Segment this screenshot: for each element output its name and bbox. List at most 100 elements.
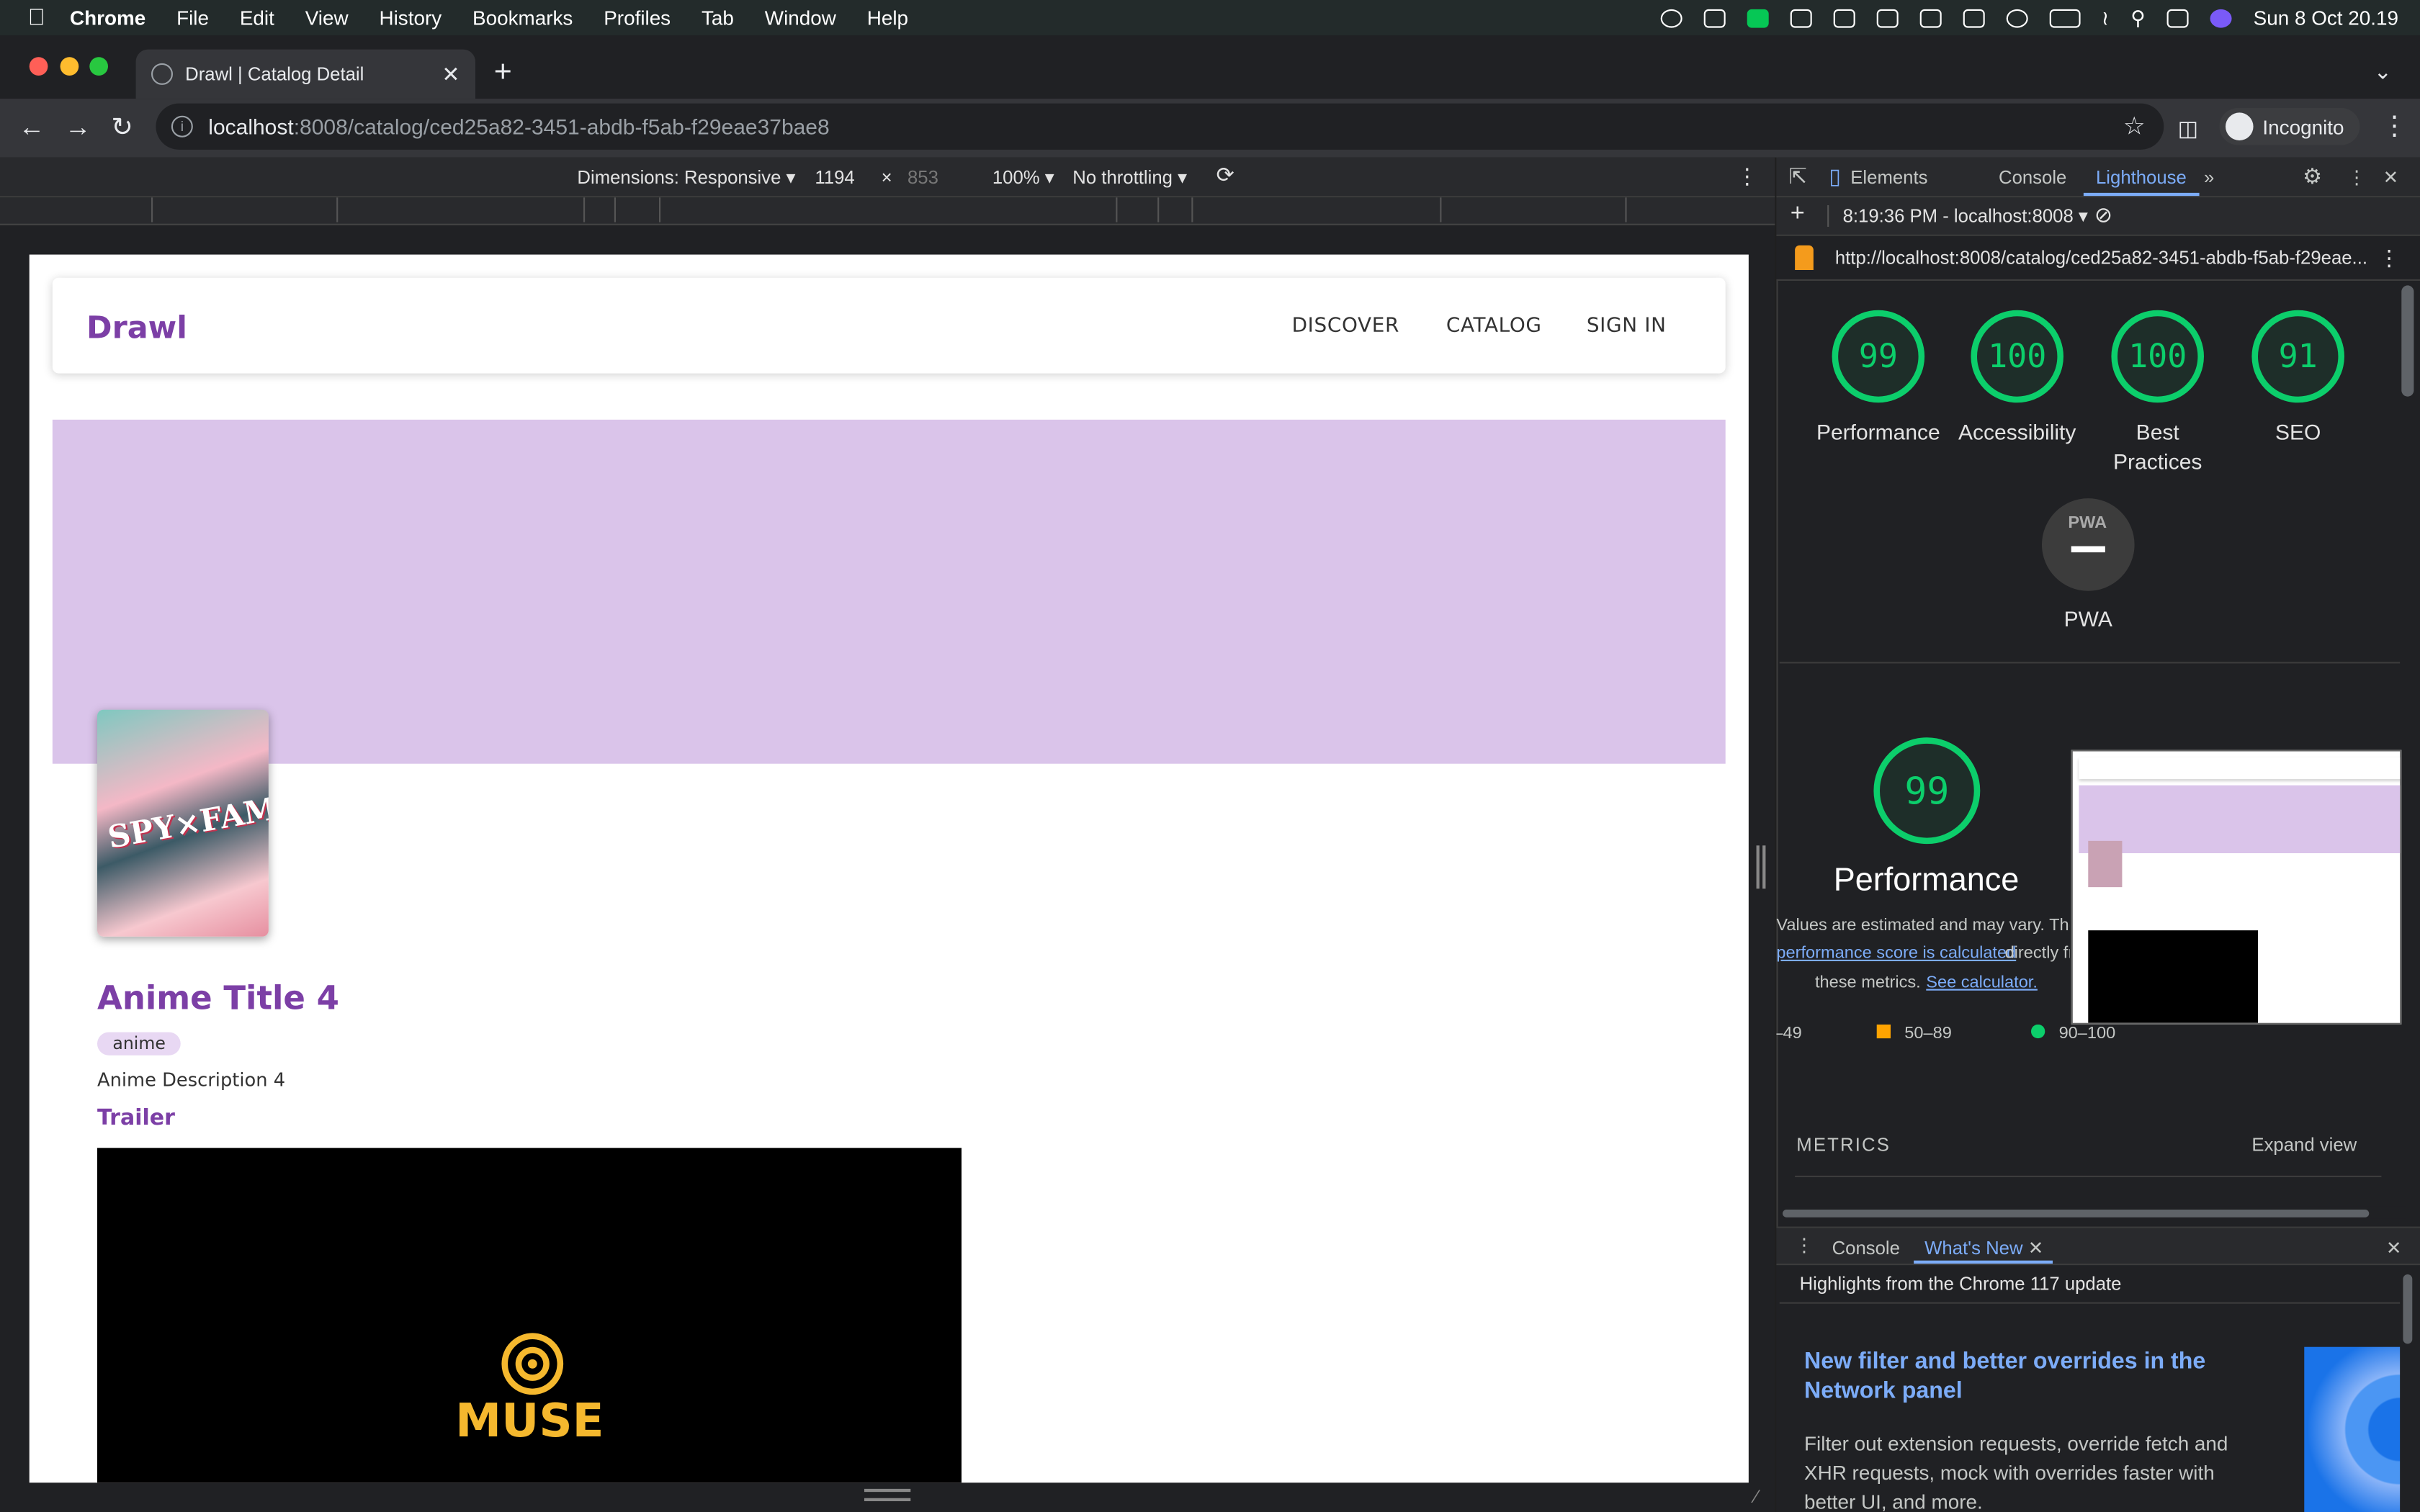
viewport-height-resize-handle[interactable] (864, 1488, 911, 1501)
rotate-icon[interactable]: ⟳ (1216, 162, 1234, 188)
drawer-more-icon[interactable]: ⋮ (1795, 1234, 1814, 1256)
tray-line-icon[interactable] (1746, 8, 1768, 27)
new-tab-icon[interactable]: + (494, 55, 512, 91)
dimensions-select[interactable]: Dimensions: Responsive ▾ (577, 166, 795, 188)
spotlight-search-icon[interactable]: ⚲ (2130, 6, 2145, 30)
nav-sign-in[interactable]: SIGN IN (1587, 315, 1667, 338)
menu-history[interactable]: History (379, 6, 442, 30)
zoom-window-button[interactable] (89, 57, 108, 76)
menu-bookmarks[interactable]: Bookmarks (472, 6, 573, 30)
battery-icon[interactable] (2048, 8, 2080, 27)
tab-elements[interactable]: Elements (1850, 166, 1927, 188)
close-drawer-icon[interactable]: ✕ (2386, 1238, 2402, 1259)
device-toggle-icon[interactable]: ▯ (1829, 163, 1841, 189)
viewport-width-resize-handle[interactable] (1756, 845, 1766, 889)
menu-edit[interactable]: Edit (240, 6, 274, 30)
clear-reports-icon[interactable]: ⊘ (2094, 202, 2112, 228)
expand-view-toggle[interactable]: Expand view (2251, 1134, 2357, 1156)
nav-catalog[interactable]: CATALOG (1446, 315, 1542, 338)
tray-status-icon[interactable] (1659, 8, 1682, 27)
trailer-video[interactable]: MUSE (97, 1148, 962, 1483)
active-tab-underline (2083, 192, 2200, 197)
apple-icon[interactable]:  (28, 4, 45, 30)
menu-help[interactable]: Help (867, 6, 908, 30)
more-tabs-chevron-icon[interactable]: » (2204, 166, 2214, 188)
menu-file[interactable]: File (176, 6, 209, 30)
devtools-more-icon[interactable]: ⋮ (2347, 166, 2366, 188)
corner-resize-icon[interactable]: ∕ (1754, 1486, 1757, 1508)
settings-gear-icon[interactable]: ⚙ (2303, 163, 2322, 189)
close-tab-icon[interactable]: ✕ (442, 61, 460, 87)
gauge-seo[interactable]: 91 (2251, 310, 2344, 403)
browser-menu-kebab-icon[interactable]: ⋮ (2381, 111, 2407, 142)
menu-app-name[interactable]: Chrome (70, 6, 145, 30)
gauge-performance[interactable]: 99 (1832, 310, 1925, 403)
close-devtools-icon[interactable]: ✕ (2383, 166, 2399, 188)
lighthouse-report-url-bar: http://localhost:8008/catalog/ced25a82-3… (1776, 235, 2420, 281)
report-menu-icon[interactable]: ⋮ (2378, 246, 2400, 271)
side-panel-icon[interactable]: ◫ (2178, 116, 2198, 142)
horizontal-scrollbar[interactable] (1783, 1206, 2406, 1219)
anime-cover-image: SPY×FAMILY (97, 709, 269, 937)
minimize-window-button[interactable] (60, 57, 79, 76)
media-query-ruler[interactable] (0, 197, 1775, 225)
report-selector[interactable]: 8:19:36 PM - localhost:8008 ▾ (1843, 205, 2088, 227)
menu-profiles[interactable]: Profiles (604, 6, 671, 30)
close-whats-new-icon[interactable]: ✕ (2028, 1238, 2044, 1259)
nav-discover[interactable]: DISCOVER (1292, 315, 1399, 338)
throttling-select[interactable]: No throttling ▾ (1072, 166, 1187, 188)
see-calculator-link[interactable]: See calculator. (1926, 973, 2038, 992)
tab-console[interactable]: Console (1999, 166, 2066, 188)
tray-sync-icon[interactable] (1832, 8, 1855, 27)
forward-arrow-icon[interactable]: → (65, 112, 91, 143)
viewport-width-input[interactable]: 1194 (815, 166, 854, 188)
inspect-element-icon[interactable]: ⇱ (1789, 163, 1807, 189)
tray-play-icon[interactable] (2005, 8, 2027, 27)
siri-icon[interactable] (2210, 8, 2232, 27)
menubar-clock[interactable]: Sun 8 Oct 20.19 (2254, 6, 2398, 30)
tab-search-chevron-icon[interactable]: ⌄ (2374, 58, 2392, 84)
gauge-best-practices[interactable]: 100 (2111, 310, 2204, 403)
zoom-select[interactable]: 100% ▾ (992, 166, 1054, 188)
site-logo[interactable]: Drawl (86, 309, 187, 346)
viewport-height-input[interactable]: 853 (908, 166, 938, 188)
wifi-icon[interactable]: ≀ (2102, 6, 2109, 30)
drawer-tabbar: ⋮ Console What's New ✕ ✕ (1776, 1228, 2420, 1266)
reload-icon[interactable]: ↻ (111, 112, 133, 143)
menu-view[interactable]: View (305, 6, 349, 30)
metrics-heading: METRICS (1796, 1134, 1891, 1156)
menu-tab[interactable]: Tab (702, 6, 734, 30)
gauge-accessibility[interactable]: 100 (1971, 310, 2063, 403)
report-url[interactable]: http://localhost:8008/catalog/ced25a82-3… (1835, 247, 2367, 269)
tray-cloud-icon[interactable] (1703, 8, 1725, 27)
site-info-icon[interactable]: i (171, 115, 193, 138)
perf-score-link[interactable]: performance score is calculated (1776, 944, 2016, 963)
drawer-scrollbar[interactable] (2403, 1274, 2413, 1344)
address-bar[interactable]: i localhost :8008/catalog/ced25a82-3451-… (156, 103, 2164, 150)
device-toolbar-more-icon[interactable]: ⋮ (1736, 163, 1758, 189)
legend-average-square (1876, 1024, 1891, 1039)
drawer-tab-console[interactable]: Console (1832, 1238, 1900, 1259)
site-navbar: Drawl DISCOVER CATALOG SIGN IN (52, 277, 1726, 374)
drawer-tab-whats-new[interactable]: What's New (1924, 1238, 2022, 1259)
bookmark-star-icon[interactable]: ☆ (2123, 111, 2146, 142)
vertical-scrollbar[interactable] (2401, 285, 2414, 397)
pwa-badge-text: PWA (2068, 513, 2107, 533)
final-screenshot-thumbnail[interactable] (2071, 750, 2402, 1025)
incognito-profile-button[interactable]: Incognito (2219, 108, 2360, 145)
menu-window[interactable]: Window (765, 6, 836, 30)
gauge-label-seo: SEO (2275, 419, 2321, 445)
tray-input-source-icon[interactable] (1919, 8, 1941, 27)
divider (1779, 1302, 2401, 1304)
tray-shield-icon[interactable] (1789, 8, 1811, 27)
browser-tab-active[interactable]: Drawl | Catalog Detail ✕ (135, 49, 476, 99)
pwa-badge[interactable]: PWA (2042, 498, 2135, 591)
control-center-icon[interactable] (2166, 8, 2189, 27)
tray-headphones-icon[interactable] (1962, 8, 1984, 27)
tab-lighthouse[interactable]: Lighthouse (2096, 166, 2187, 188)
close-window-button[interactable] (29, 57, 48, 76)
feature-title-link[interactable]: New filter and better overrides in the N… (1804, 1347, 2267, 1405)
new-report-plus-icon[interactable]: + (1791, 201, 1805, 229)
tray-bird-icon[interactable] (1876, 8, 1898, 27)
back-arrow-icon[interactable]: ← (19, 112, 45, 143)
